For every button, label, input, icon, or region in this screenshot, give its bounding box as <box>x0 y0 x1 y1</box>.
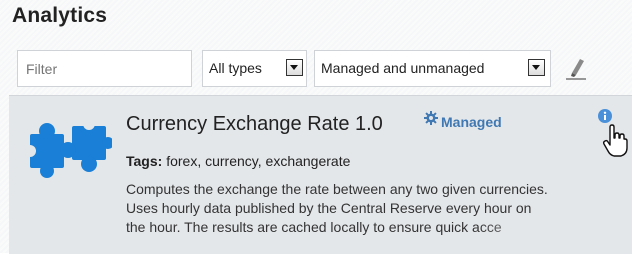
gear-icon <box>424 111 438 125</box>
card-tags: Tags: forex, currency, exchangerate <box>126 153 350 169</box>
description-line: Uses hourly data published by the Centra… <box>126 200 532 216</box>
type-select-value: All types <box>209 60 262 76</box>
eraser-icon[interactable] <box>563 54 589 82</box>
hand-pointer-cursor <box>602 124 628 157</box>
chevron-down-icon[interactable] <box>528 59 545 76</box>
chevron-down-icon[interactable] <box>286 59 303 76</box>
tags-label: Tags: <box>126 153 163 169</box>
managed-badge: Managed <box>441 114 502 130</box>
card-description: Computes the exchange the rate between a… <box>126 180 626 237</box>
text-fade <box>476 218 586 237</box>
puzzle-piece-icon <box>28 118 112 178</box>
page-title: Analytics <box>12 4 108 27</box>
card-title[interactable]: Currency Exchange Rate 1.0 <box>126 113 383 136</box>
filter-input[interactable] <box>17 50 192 87</box>
managed-select-value: Managed and unmanaged <box>321 60 485 76</box>
managed-select[interactable]: Managed and unmanaged <box>314 50 551 87</box>
tags-value: forex, currency, exchangerate <box>166 153 351 169</box>
type-select[interactable]: All types <box>202 50 307 87</box>
description-line: Computes the exchange the rate between a… <box>126 181 548 197</box>
